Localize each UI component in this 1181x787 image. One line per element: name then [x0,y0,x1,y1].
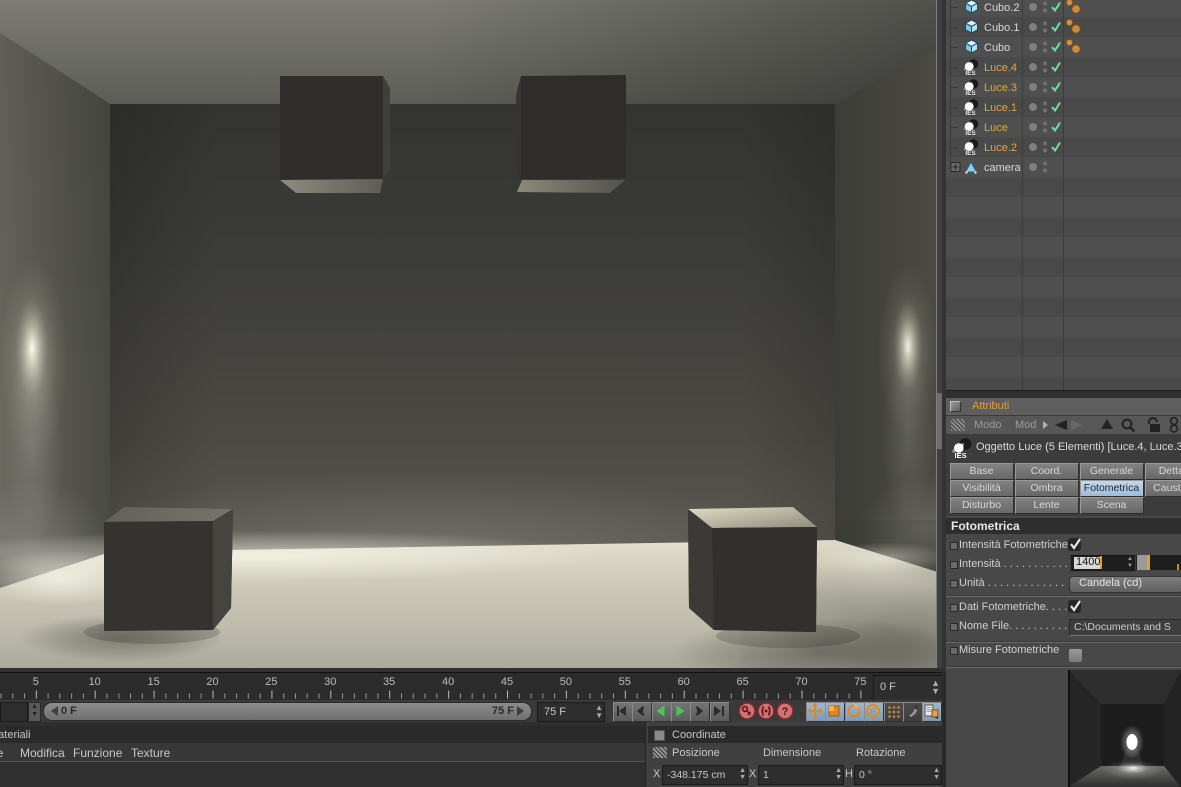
svg-text:25: 25 [265,676,277,688]
svg-text:15: 15 [147,676,159,688]
svg-text:Cubo.2: Cubo.2 [984,2,1019,14]
svg-text:40: 40 [442,676,454,688]
svg-text:IES: IES [965,150,976,157]
svg-text:65: 65 [736,676,748,688]
svg-text:Luce.2: Luce.2 [984,142,1017,154]
svg-text:55: 55 [619,676,631,688]
svg-text:50: 50 [560,676,572,688]
svg-text:60: 60 [678,676,690,688]
svg-text:Luce.1: Luce.1 [984,102,1017,114]
svg-text:10: 10 [89,676,101,688]
svg-text:IES: IES [965,70,976,77]
svg-text:?: ? [782,706,789,718]
svg-text:IES: IES [965,110,976,117]
svg-text:IES: IES [965,90,976,97]
svg-text:Luce.4: Luce.4 [984,62,1017,74]
svg-text:30: 30 [324,676,336,688]
svg-text:20: 20 [206,676,218,688]
svg-text:IES: IES [965,130,976,137]
svg-text:Cubo: Cubo [984,42,1010,54]
svg-text:35: 35 [383,676,395,688]
svg-text:70: 70 [795,676,807,688]
svg-text:P: P [870,707,876,717]
svg-text:Luce.3: Luce.3 [984,82,1017,94]
svg-text:Luce: Luce [984,122,1008,134]
svg-text:5: 5 [33,676,39,688]
svg-text:75: 75 [854,676,866,688]
svg-text:Cubo.1: Cubo.1 [984,22,1019,34]
svg-text:camera: camera [984,162,1022,174]
svg-text:IES: IES [955,451,967,460]
svg-text:45: 45 [501,676,513,688]
